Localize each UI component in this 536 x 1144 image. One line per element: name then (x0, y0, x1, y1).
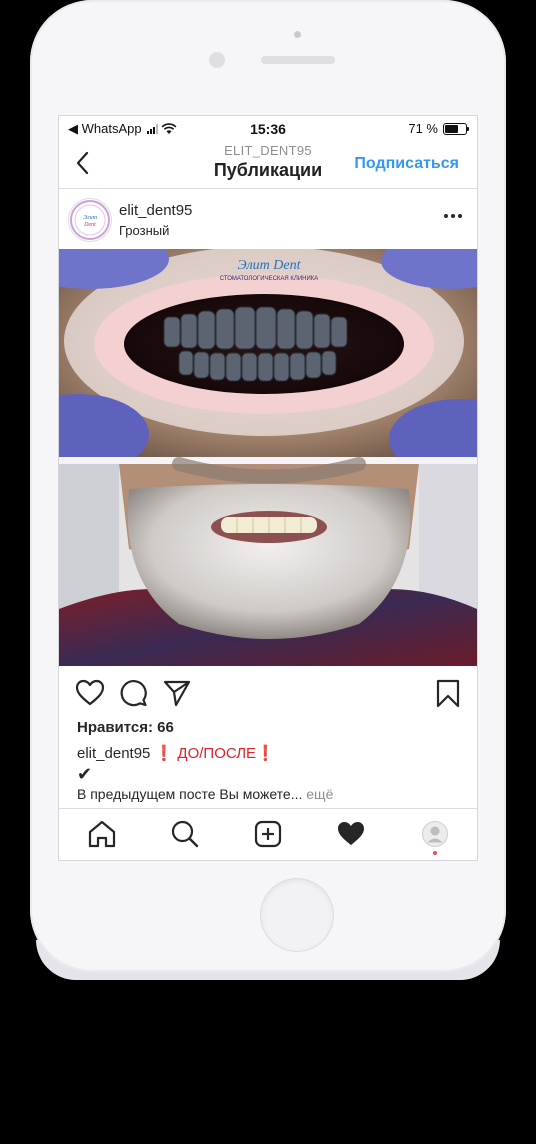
search-icon[interactable] (170, 819, 200, 849)
svg-text:Dent: Dent (83, 222, 96, 228)
caption-preview: В предыдущем посте Вы можете... ещё (77, 786, 333, 802)
battery-percent: 71 % (408, 121, 438, 136)
home-button[interactable] (261, 879, 333, 951)
caption-preview-text: В предыдущем посте Вы можете... (77, 786, 303, 802)
status-battery: 71 % (408, 121, 469, 136)
follow-button[interactable]: Подписаться (354, 155, 459, 173)
heart-filled-icon[interactable] (336, 819, 366, 849)
home-icon[interactable] (87, 819, 117, 849)
nav-header: ELIT_DENT95 Публикации Подписаться (59, 140, 477, 189)
sensor-dot (294, 31, 301, 38)
caption-text: ❗ ДО/ПОСЛЕ❗ (150, 745, 275, 762)
earpiece-speaker (261, 56, 335, 64)
battery-fill (445, 124, 458, 133)
photo-logo-text: Элит Dent (238, 258, 302, 273)
bottom-tab-bar (59, 808, 477, 860)
bookmark-icon[interactable] (433, 678, 463, 708)
avatar[interactable]: Элит Dent (68, 198, 112, 242)
svg-text:Элит: Элит (83, 215, 98, 221)
paper-plane-icon[interactable] (162, 678, 192, 708)
comment-icon[interactable] (118, 678, 148, 708)
status-bar: ◀ WhatsApp 15:36 71 % (59, 116, 477, 140)
post-username[interactable]: elit_dent95 (119, 202, 192, 219)
profile-icon[interactable] (420, 819, 450, 849)
post-header: Элит Dent elit_dent95 Грозный (59, 189, 477, 249)
caption-username[interactable]: elit_dent95 (77, 745, 150, 762)
likes-count[interactable]: Нравится: 66 (77, 719, 174, 736)
caption-more-link[interactable]: ещё (302, 786, 333, 802)
plus-square-icon[interactable] (253, 819, 283, 849)
caption-checkmark: ✔ (77, 764, 93, 784)
front-camera (209, 52, 225, 68)
app-screen: ◀ WhatsApp 15:36 71 % ELIT_DENT95 Публик… (58, 115, 478, 861)
battery-icon (443, 122, 469, 135)
photo-logo-subtext: СТОМАТОЛОГИЧЕСКАЯ КЛИНИКА (220, 276, 319, 282)
ellipsis-icon[interactable] (443, 211, 463, 221)
heart-outline-icon[interactable] (75, 678, 105, 708)
clinic-logo-icon: Элит Dent (70, 200, 110, 240)
post-caption: elit_dent95 ❗ ДО/ПОСЛЕ❗ (77, 744, 275, 762)
post-photo[interactable]: Элит Dent СТОМАТОЛОГИЧЕСКАЯ КЛИНИКА (59, 249, 477, 666)
post-actions (59, 676, 477, 712)
notification-dot (433, 851, 437, 855)
post-location[interactable]: Грозный (119, 223, 169, 238)
